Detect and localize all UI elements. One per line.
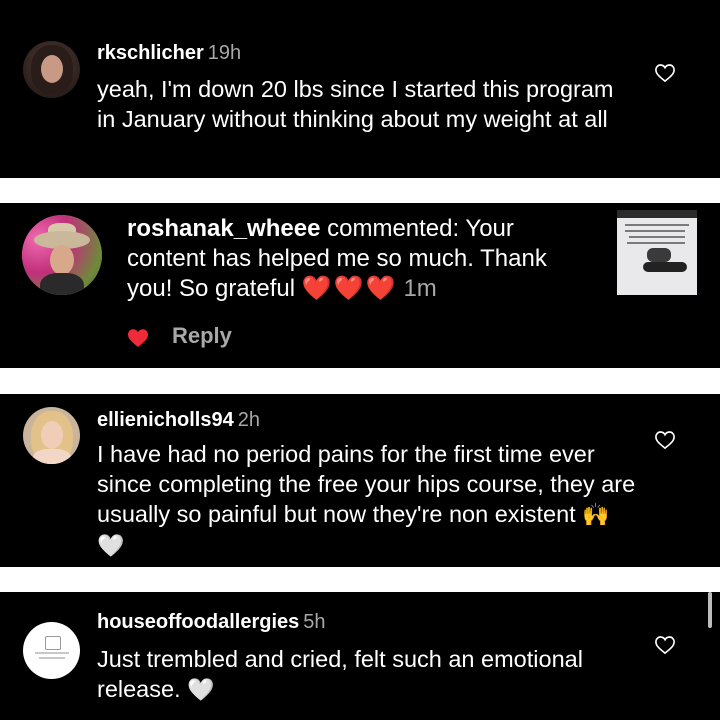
comment-text: I have had no period pains for the first… [97,439,637,561]
comment-card: houseoffoodallergies 5h Just trembled and… [0,592,720,720]
username[interactable]: ellienicholls94 [97,409,234,431]
comment-body: I have had no period pains for the first… [97,441,636,527]
timestamp: 2h [237,409,260,431]
notification-action: commented: [327,215,460,242]
post-thumbnail[interactable] [617,210,697,295]
scrollbar[interactable] [708,592,712,628]
heart-emojis: ❤️❤️❤️ [301,275,398,302]
heart-outline-icon[interactable] [654,430,676,450]
emoji: 🤍 [187,677,215,702]
timestamp: 5h [303,611,326,633]
username[interactable]: rkschlicher [97,42,204,64]
avatar[interactable] [23,407,80,464]
avatar[interactable] [22,215,102,295]
notification-text: roshanak_wheee commented: Your content h… [127,214,587,304]
comment-body: Just trembled and cried, felt such an em… [97,646,583,702]
heart-filled-icon[interactable] [126,327,150,349]
reply-button[interactable]: Reply [172,323,232,349]
notification-card: roshanak_wheee commented: Your content h… [0,203,720,368]
username[interactable]: roshanak_wheee [127,215,320,242]
comment-text: yeah, I'm down 20 lbs since I started th… [97,76,614,132]
timestamp: 1m [403,275,437,302]
avatar[interactable] [23,41,80,98]
heart-outline-icon[interactable] [654,63,676,83]
comment-meta: houseoffoodallergies 5h [97,610,326,634]
comment-text: Just trembled and cried, felt such an em… [97,644,637,705]
comment-card: ellienicholls94 2h I have had no period p… [0,394,720,567]
comment-card: rkschlicher 19h yeah, I'm down 20 lbs sin… [0,0,720,178]
heart-outline-icon[interactable] [654,635,676,655]
username[interactable]: houseoffoodallergies [97,611,299,633]
avatar[interactable] [23,622,80,679]
brand-logo [45,636,61,650]
timestamp: 19h [207,42,242,64]
comment-meta: rkschlicher 19h [97,41,241,65]
comment-meta: ellienicholls94 2h [97,408,260,432]
